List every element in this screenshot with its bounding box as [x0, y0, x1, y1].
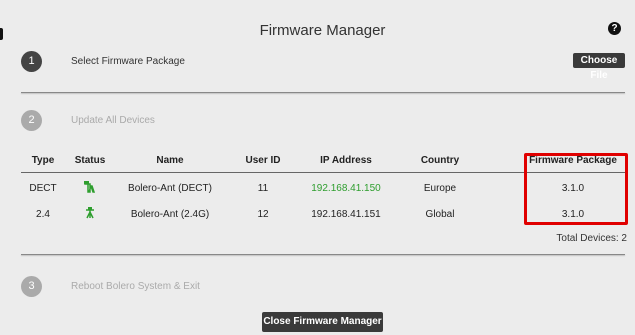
row-2-ip: 192.168.41.151: [311, 209, 381, 220]
choose-file-button[interactable]: Choose File: [573, 53, 625, 81]
step-1-label: Select Firmware Package: [71, 56, 185, 67]
row-2-country: Global: [425, 209, 455, 220]
col-header-status: Status: [74, 155, 106, 166]
help-icon[interactable]: ?: [608, 22, 621, 35]
col-header-name: Name: [156, 155, 184, 166]
row-1-type: DECT: [29, 183, 57, 194]
step-1-number: 1: [21, 51, 42, 72]
row-2-user-id: 12: [257, 209, 269, 220]
col-header-country: Country: [420, 155, 460, 166]
step-2-label: Update All Devices: [71, 115, 155, 126]
firmware-highlight-box: [524, 153, 628, 225]
row-1-ip-link[interactable]: 192.168.41.150: [296, 183, 396, 194]
row-1-name: Bolero-Ant (DECT): [128, 183, 212, 194]
step-2-number: 2: [21, 110, 42, 131]
total-devices: Total Devices: 2: [556, 233, 627, 244]
firmware-manager-dialog: Firmware Manager ? 1 Select Firmware Pac…: [10, 8, 635, 335]
col-header-user-id: User ID: [245, 155, 281, 166]
step-3-number: 3: [21, 276, 42, 297]
antenna-icon: [80, 180, 100, 197]
row-1-user-id: 11: [257, 183, 269, 194]
row-2-name: Bolero-Ant (2.4G): [130, 209, 210, 220]
close-firmware-manager-button[interactable]: Close Firmware Manager: [262, 312, 383, 332]
col-header-ip-address: IP Address: [320, 155, 372, 166]
section-divider-2: [21, 254, 625, 255]
step-3-label: Reboot Bolero System & Exit: [71, 281, 200, 292]
section-divider-1: [21, 92, 625, 93]
window-edge-marker: [0, 28, 3, 40]
antenna-icon: [80, 206, 100, 223]
row-2-type: 2.4: [36, 209, 50, 220]
col-header-type: Type: [31, 155, 55, 166]
row-1-country: Europe: [423, 183, 457, 194]
dialog-title: Firmware Manager: [259, 22, 386, 39]
